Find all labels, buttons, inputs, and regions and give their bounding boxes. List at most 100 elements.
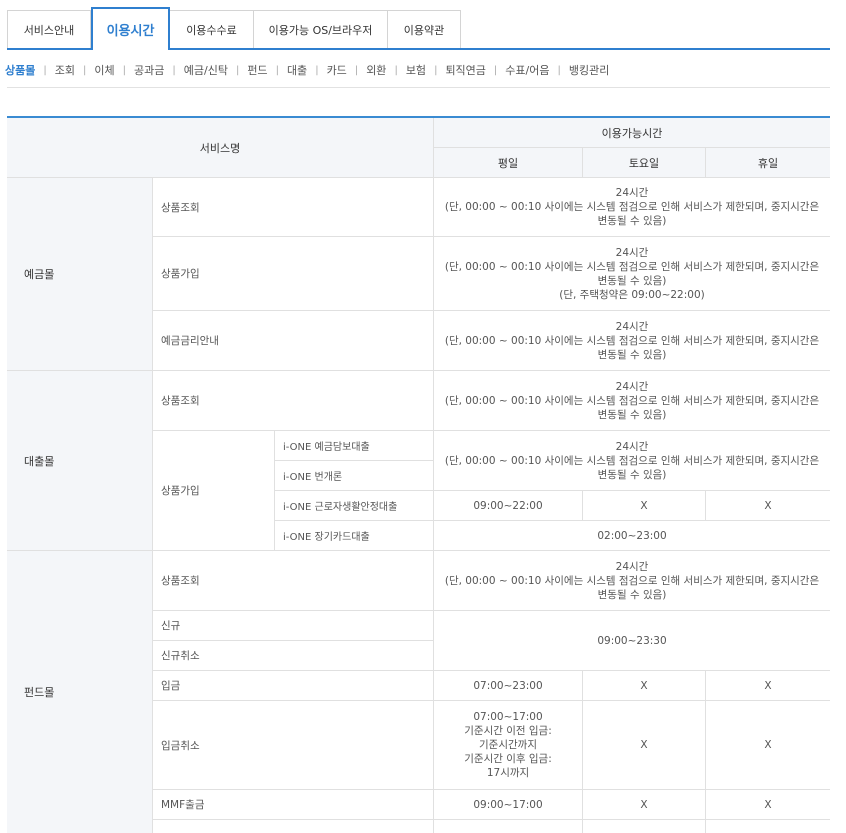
separator: | <box>493 64 498 76</box>
header-available-time: 이용가능시간 <box>434 118 830 148</box>
time-deposit-product-inquiry: 24시간 (단, 00:00 ~ 00:10 사이에는 시스템 점검으로 인해 … <box>434 178 830 237</box>
time-fund-deposit-cancel-saturday: X <box>583 701 706 790</box>
time-24h: 24시간 <box>615 320 649 333</box>
service-fund-mmf-withdrawal: MMF출금 <box>153 790 434 820</box>
separator: | <box>172 64 176 76</box>
service-fund-product-inquiry: 상품조회 <box>153 551 434 611</box>
service-label: 상품조회 <box>161 395 200 407</box>
time-value: 09:00~23:30 <box>597 634 667 647</box>
tab-fees[interactable]: 이용수수료 <box>170 10 254 48</box>
subnav-transfer[interactable]: 이체 <box>94 62 114 78</box>
unavailable-mark: X <box>764 798 772 811</box>
subnav-foreign-exchange[interactable]: 외환 <box>366 62 386 78</box>
service-fund-deposit-cancel: 입금취소 <box>153 701 434 790</box>
time-fund-deposit-cancel-holiday: X <box>706 701 830 790</box>
time-next-row-weekday <box>434 820 583 833</box>
subnav-retirement-pension[interactable]: 퇴직연금 <box>445 62 485 78</box>
service-deposit-product-inquiry: 상품조회 <box>153 178 434 237</box>
service-label: 상품가입 <box>161 485 200 497</box>
loan-item-long-term-card: i-ONE 장기카드대출 <box>275 521 434 551</box>
subnav-utility-bills[interactable]: 공과금 <box>134 62 164 78</box>
service-fund-new: 신규 <box>153 611 434 641</box>
notice-line-1: (단, 00:00 ~ 00:10 사이에는 시스템 점검으로 인해 서비스가 … <box>444 201 820 213</box>
subnav-deposit-trust[interactable]: 예금/신탁 <box>184 62 228 78</box>
time-fund-product-inquiry: 24시간 (단, 00:00 ~ 00:10 사이에는 시스템 점검으로 인해 … <box>434 551 830 611</box>
sub-navigation: 상품몰 | 조회 | 이체 | 공과금 | 예금/신탁 | 펀드 | 대출 | 카드 | 외환 |… <box>5 62 609 78</box>
loan-item-label: i-ONE 근로자생활안정대출 <box>283 502 398 513</box>
loan-item-label: i-ONE 장기카드대출 <box>283 532 370 543</box>
subnav-card[interactable]: 카드 <box>327 62 347 78</box>
time-value: 07:00~17:00 <box>473 711 543 723</box>
subnav-banking-management[interactable]: 뱅킹관리 <box>569 62 609 78</box>
separator: | <box>83 64 87 76</box>
time-fund-deposit-saturday: X <box>583 671 706 701</box>
group-fund-mall: 펀드몰 <box>7 551 153 833</box>
notice-line-1: (단, 00:00 ~ 00:10 사이에는 시스템 점검으로 인해 서비스가 … <box>444 574 820 587</box>
time-deposit-product-join: 24시간 (단, 00:00 ~ 00:10 사이에는 시스템 점검으로 인해 … <box>434 237 830 311</box>
time-worker-loan-holiday: X <box>706 491 830 521</box>
time-24h: 24시간 <box>615 440 649 453</box>
time-24h: 24시간 <box>615 246 649 259</box>
separator: | <box>275 64 279 76</box>
subnav-check-bill[interactable]: 수표/어음 <box>505 62 549 78</box>
notice-line-1: (단, 00:00 ~ 00:10 사이에는 시스템 점검으로 인해 서비스가 … <box>444 334 820 347</box>
notice-line-2: 변동될 수 있음) <box>597 215 667 227</box>
time-fund-deposit-weekday: 07:00~23:00 <box>434 671 583 701</box>
service-label: 상품조회 <box>161 575 200 587</box>
group-loan-mall: 대출몰 <box>7 371 153 551</box>
notice-line-2: 변동될 수 있음) <box>597 274 667 287</box>
notice-line-2: 변동될 수 있음) <box>597 348 667 361</box>
time-long-term-card-loan: 02:00~23:00 <box>434 521 830 551</box>
time-deposit-rate-guide: 24시간 (단, 00:00 ~ 00:10 사이에는 시스템 점검으로 인해 … <box>434 311 830 371</box>
subnav-product-mall[interactable]: 상품몰 <box>5 62 35 78</box>
tab-terms[interactable]: 이용약관 <box>388 10 461 48</box>
separator: | <box>235 64 240 76</box>
loan-item-deposit-secured: i-ONE 예금담보대출 <box>275 431 434 461</box>
time-value: 07:00~23:00 <box>473 679 543 692</box>
notice-line-2: 변동될 수 있음) <box>597 408 667 421</box>
notice-line-1: (단, 00:00 ~ 00:10 사이에는 시스템 점검으로 인해 서비스가 … <box>444 260 820 273</box>
service-loan-product-join: 상품가입 <box>153 431 275 551</box>
time-24h: 24시간 <box>615 560 649 573</box>
time-value: 09:00~22:00 <box>473 499 543 512</box>
subnav-divider <box>7 87 830 88</box>
loan-item-worker-stability: i-ONE 근로자생활안정대출 <box>275 491 434 521</box>
cutoff-after-label: 기준시간 이후 입금: <box>464 753 552 765</box>
time-next-row-saturday <box>583 820 706 833</box>
service-label: 상품가입 <box>161 268 200 280</box>
service-label: MMF출금 <box>161 799 205 811</box>
subnav-inquiry[interactable]: 조회 <box>55 62 75 78</box>
service-fund-next-row <box>153 820 434 833</box>
time-mmf-holiday: X <box>706 790 830 820</box>
time-next-row-holiday <box>706 820 830 833</box>
time-fund-deposit-cancel-weekday: 07:00~17:00 기준시간 이전 입금: 기준시간까지 기준시간 이후 입… <box>434 701 583 790</box>
subnav-loan[interactable]: 대출 <box>287 62 307 78</box>
tab-service-guide[interactable]: 서비스안내 <box>7 10 91 48</box>
service-label: 상품조회 <box>161 201 200 214</box>
service-loan-product-inquiry: 상품조회 <box>153 371 434 431</box>
unavailable-mark: X <box>640 798 648 811</box>
unavailable-mark: X <box>640 499 648 512</box>
notice-line-1: (단, 00:00 ~ 00:10 사이에는 시스템 점검으로 인해 서비스가 … <box>444 394 820 407</box>
header-holiday: 휴일 <box>706 148 830 178</box>
service-label: 입금취소 <box>161 739 200 752</box>
subnav-insurance[interactable]: 보험 <box>406 62 426 78</box>
loan-item-label: i-ONE 번개론 <box>283 472 343 483</box>
notice-line-1: (단, 00:00 ~ 00:10 사이에는 시스템 점검으로 인해 서비스가 … <box>444 454 820 467</box>
time-fund-new: 09:00~23:30 <box>434 611 830 671</box>
header-weekday: 평일 <box>434 148 583 178</box>
service-label: 입금 <box>161 680 181 692</box>
service-fund-deposit: 입금 <box>153 671 434 701</box>
separator: | <box>43 64 47 76</box>
tab-os-browser[interactable]: 이용가능 OS/브라우저 <box>254 10 388 48</box>
service-label: 신규취소 <box>161 650 200 662</box>
cutoff-before-value: 기준시간까지 <box>479 739 537 751</box>
subnav-fund[interactable]: 펀드 <box>247 62 267 78</box>
time-mmf-saturday: X <box>583 790 706 820</box>
tab-usage-hours[interactable]: 이용시간 <box>91 7 170 52</box>
separator: | <box>394 64 398 76</box>
service-deposit-rate-guide: 예금금리안내 <box>153 311 434 371</box>
header-saturday: 토요일 <box>583 148 706 178</box>
cutoff-after-value: 17시까지 <box>486 767 530 779</box>
service-label: 신규 <box>161 620 181 632</box>
